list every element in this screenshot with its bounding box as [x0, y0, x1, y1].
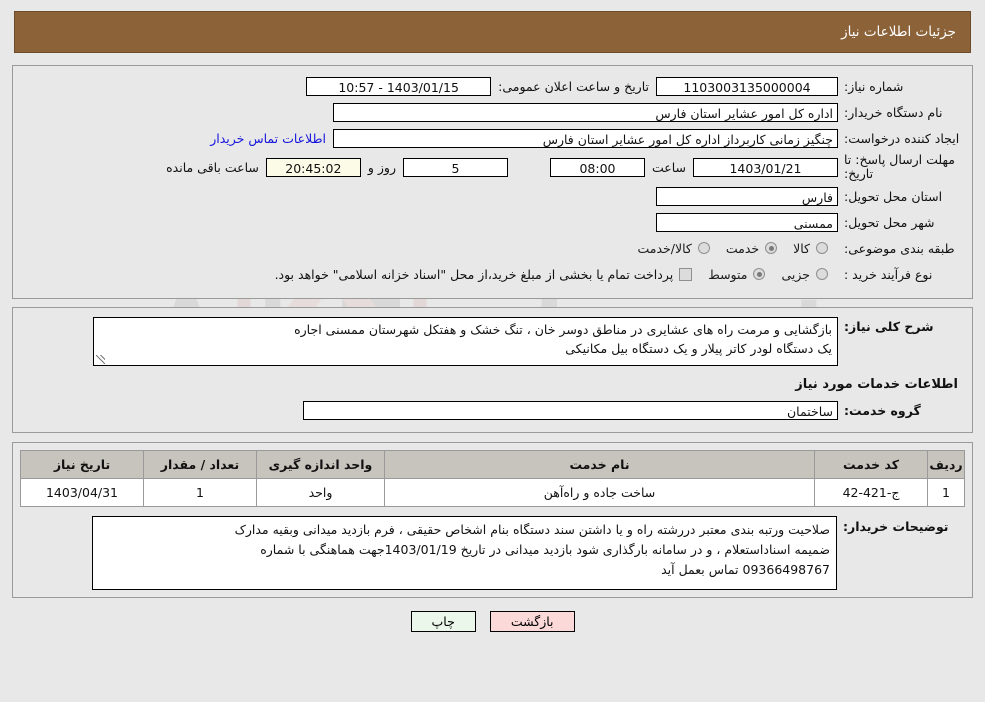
treasury-checkbox-group[interactable]: پرداخت تمام یا بخشی از مبلغ خرید،از محل …	[275, 267, 693, 282]
th-service-name: نام خدمت	[384, 450, 815, 479]
description-line-2: یک دستگاه لودر کاتر پیلار و یک دستگاه بی…	[565, 341, 832, 356]
category-option-kala-khedmat[interactable]: کالا/خدمت	[635, 240, 710, 256]
category-option-kala[interactable]: کالا	[791, 241, 828, 256]
description-panel: شرح کلی نیاز: بازگشایی و مرمت راه های عش…	[12, 307, 973, 433]
back-button[interactable]: بازگشت	[489, 611, 575, 632]
category-option-kala-label: کالا	[793, 240, 810, 256]
deadline-date-value: 1403/01/21	[693, 157, 838, 177]
public-announce-value: 1403/01/15 - 10:57	[306, 76, 492, 96]
page-title: جزئیات اطلاعات نیاز	[841, 24, 956, 40]
description-textarea[interactable]: بازگشایی و مرمت راه های عشایری در مناطق …	[93, 317, 838, 366]
process-option-jozei-label: جزیی	[781, 266, 810, 282]
process-option-motevaset[interactable]: متوسط	[706, 266, 766, 282]
th-row-number: ردیف	[927, 450, 965, 479]
row-requester: ایجاد کننده درخواست: چنگیز زمانی کاربردا…	[23, 127, 962, 149]
service-group-label: گروه خدمت:	[844, 402, 921, 418]
remaining-days-value: 5	[402, 157, 508, 177]
radio-motevaset-icon[interactable]	[753, 268, 766, 280]
services-section-heading: اطلاعات خدمات مورد نیاز	[795, 377, 958, 392]
category-option-kala-khedmat-label: کالا/خدمت	[637, 240, 692, 256]
hour-label: ساعت	[651, 159, 686, 175]
buyer-notes-line-3: 09366498767 تماس بعمل آید	[661, 562, 830, 577]
requester-label: ایجاد کننده درخواست:	[844, 130, 960, 146]
row-category: طبقه بندی موضوعی: کالا خدمت کالا/خدمت	[23, 237, 962, 259]
th-need-date: تاریخ نیاز	[20, 450, 144, 479]
radio-kala-khedmat-icon[interactable]	[697, 242, 710, 254]
td-quantity: 1	[143, 478, 257, 507]
row-city: شهر محل تحویل: ممسنی	[23, 211, 962, 233]
buyer-contact-link[interactable]: اطلاعات تماس خریدار	[203, 131, 333, 146]
city-value: ممسنی	[656, 212, 838, 232]
need-number-label: شماره نیاز:	[844, 78, 904, 94]
process-option-jozei[interactable]: جزیی	[779, 267, 828, 282]
need-info-panel: شماره نیاز: 1103003135000004 تاریخ و ساع…	[12, 65, 973, 299]
buyer-org-value: اداره کل امور عشایر استان فارس	[333, 102, 838, 122]
buyer-notes-line-1: صلاحیت ورتبه بندی معتبر دررشته راه و یا …	[234, 522, 830, 537]
row-province: استان محل تحویل: فارس	[23, 185, 962, 207]
row-buyer-notes: توضیحات خریدار: صلاحیت ورتبه بندی معتبر …	[20, 516, 961, 590]
days-label: روز و	[367, 159, 396, 175]
remaining-time-value: 20:45:02	[265, 157, 361, 177]
window-title-bar: جزئیات اطلاعات نیاز	[14, 11, 971, 53]
category-option-khedmat[interactable]: خدمت	[724, 240, 778, 256]
th-quantity: تعداد / مقدار	[143, 450, 257, 479]
remaining-label: ساعت باقی مانده	[166, 159, 259, 175]
row-buyer-org: نام دستگاه خریدار: اداره کل امور عشایر ا…	[23, 101, 962, 123]
deadline-label: مهلت ارسال پاسخ: تا تاریخ:	[844, 152, 955, 181]
need-number-value: 1103003135000004	[656, 76, 838, 96]
td-service-name: ساخت جاده و راه‌آهن	[384, 478, 815, 507]
requester-value: چنگیز زمانی کاربرداز اداره کل امور عشایر…	[333, 128, 838, 148]
treasury-note-label: پرداخت تمام یا بخشی از مبلغ خرید،از محل …	[274, 266, 674, 282]
process-type-label: نوع فرآیند خرید :	[844, 266, 933, 282]
services-table-wrapper: ردیف کد خدمت نام خدمت واحد اندازه گیری ت…	[12, 442, 973, 598]
category-label: طبقه بندی موضوعی:	[844, 240, 955, 256]
province-label: استان محل تحویل:	[844, 188, 943, 204]
deadline-time-value: 08:00	[549, 157, 645, 177]
services-table: ردیف کد خدمت نام خدمت واحد اندازه گیری ت…	[20, 450, 965, 507]
row-description: شرح کلی نیاز: بازگشایی و مرمت راه های عش…	[23, 317, 962, 366]
table-header-row: ردیف کد خدمت نام خدمت واحد اندازه گیری ت…	[20, 450, 965, 479]
radio-kala-icon[interactable]	[816, 242, 828, 254]
description-line-1: بازگشایی و مرمت راه های عشایری در مناطق …	[294, 322, 832, 337]
row-service-group: گروه خدمت: ساختمان	[23, 399, 962, 421]
buyer-notes-textarea[interactable]: صلاحیت ورتبه بندی معتبر دررشته راه و یا …	[92, 516, 837, 590]
td-service-code: ج-421-42	[814, 478, 928, 507]
table-row: 1 ج-421-42 ساخت جاده و راه‌آهن واحد 1 14…	[20, 478, 965, 507]
button-bar: بازگشت چاپ	[0, 611, 985, 632]
resize-grip-icon[interactable]	[96, 355, 105, 364]
city-label: شهر محل تحویل:	[844, 214, 935, 230]
process-option-motevaset-label: متوسط	[708, 266, 748, 282]
public-announce-label: تاریخ و ساعت اعلان عمومی:	[498, 78, 649, 94]
row-need-number: شماره نیاز: 1103003135000004 تاریخ و ساع…	[23, 75, 962, 97]
print-button[interactable]: چاپ	[410, 611, 476, 632]
buyer-notes-label: توضیحات خریدار:	[843, 519, 949, 534]
th-unit: واحد اندازه گیری	[256, 450, 385, 479]
treasury-checkbox-icon[interactable]	[679, 267, 693, 281]
service-group-value: ساختمان	[303, 400, 838, 420]
td-unit: واحد	[256, 478, 385, 507]
buyer-notes-line-2: ضمیمه اسناداستعلام ، و در سامانه بارگذار…	[260, 542, 830, 557]
buyer-org-label: نام دستگاه خریدار:	[844, 104, 943, 120]
td-need-date: 1403/04/31	[20, 478, 144, 507]
category-option-khedmat-label: خدمت	[725, 240, 760, 256]
th-service-code: کد خدمت	[814, 450, 928, 479]
province-value: فارس	[656, 186, 838, 206]
td-row-number: 1	[927, 478, 965, 507]
radio-jozei-icon[interactable]	[816, 268, 828, 280]
radio-khedmat-icon[interactable]	[765, 242, 778, 254]
description-label: شرح کلی نیاز:	[844, 319, 934, 334]
row-deadline: مهلت ارسال پاسخ: تا تاریخ: 1403/01/21 سا…	[23, 153, 962, 181]
row-process-type: نوع فرآیند خرید : جزیی متوسط پرداخت تمام…	[23, 263, 962, 285]
